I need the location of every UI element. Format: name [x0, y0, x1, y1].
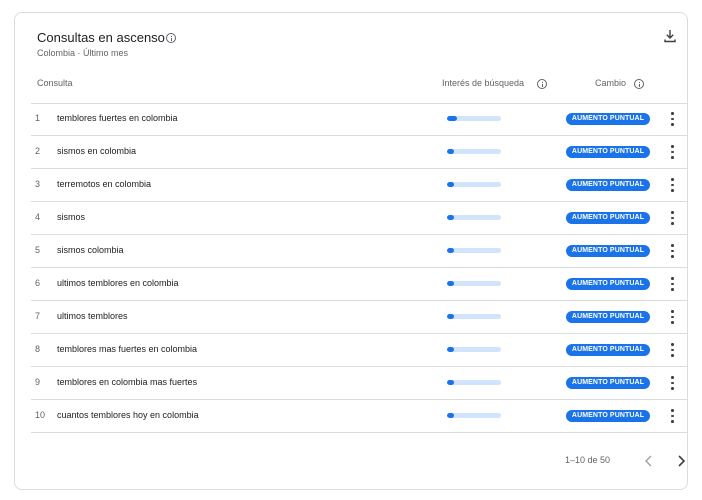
row-rank: 5 [35, 245, 41, 255]
row-query[interactable]: temblores mas fuertes en colombia [57, 344, 197, 354]
table-row[interactable]: 4 sismos AUMENTO PUNTUAL [31, 202, 687, 235]
info-icon[interactable] [537, 79, 547, 89]
more-options-icon[interactable] [667, 144, 677, 160]
info-icon[interactable] [634, 79, 644, 89]
column-header-interes: Interés de búsqueda [442, 78, 525, 88]
rising-queries-card: Consultas en ascenso Colombia · Último m… [14, 12, 688, 490]
change-badge: AUMENTO PUNTUAL [566, 212, 650, 224]
row-query[interactable]: sismos colombia [57, 245, 124, 255]
row-rank: 4 [35, 212, 41, 222]
row-rank: 1 [35, 113, 41, 123]
table-row[interactable]: 1 temblores fuertes en colombia AUMENTO PU… [31, 103, 687, 136]
row-query[interactable]: sismos [57, 212, 85, 222]
search-interest-bar [447, 314, 501, 319]
more-options-icon[interactable] [667, 309, 677, 325]
search-interest-bar [447, 281, 501, 286]
row-rank: 6 [35, 278, 41, 288]
row-rank: 8 [35, 344, 41, 354]
table-row[interactable]: 9 temblores en colombia mas fuertes AUMENT… [31, 367, 687, 400]
row-query[interactable]: temblores en colombia mas fuertes [57, 377, 197, 387]
search-interest-fill [447, 116, 457, 121]
search-interest-bar [447, 347, 501, 352]
download-icon[interactable] [663, 29, 677, 43]
change-badge: AUMENTO PUNTUAL [566, 377, 650, 389]
change-badge: AUMENTO PUNTUAL [566, 344, 650, 356]
pagination-label: 1–10 de 50 [565, 455, 611, 465]
search-interest-bar [447, 215, 501, 220]
search-interest-fill [447, 215, 455, 220]
change-badge: AUMENTO PUNTUAL [566, 245, 650, 257]
search-interest-fill [447, 281, 455, 286]
change-badge: AUMENTO PUNTUAL [566, 410, 650, 422]
more-options-icon[interactable] [667, 111, 677, 127]
search-interest-fill [447, 380, 455, 385]
change-badge: AUMENTO PUNTUAL [566, 113, 650, 125]
info-icon[interactable] [166, 33, 176, 43]
change-badge: AUMENTO PUNTUAL [566, 146, 650, 158]
table-row[interactable]: 3 terremotos en colombia AUMENTO PUNTUAL [31, 169, 687, 202]
column-header-consulta: Consulta [37, 78, 73, 88]
row-query[interactable]: sismos en colombia [57, 146, 136, 156]
table-row[interactable]: 8 temblores mas fuertes en colombia AUMENT… [31, 334, 687, 367]
search-interest-bar [447, 248, 501, 253]
table-row[interactable]: 6 ultimos temblores en colombia AUMENTO PU… [31, 268, 687, 301]
row-query[interactable]: temblores fuertes en colombia [57, 113, 178, 123]
row-rank: 7 [35, 311, 41, 321]
search-interest-fill [447, 182, 455, 187]
more-options-icon[interactable] [667, 375, 677, 391]
more-options-icon[interactable] [667, 276, 677, 292]
search-interest-bar [447, 149, 501, 154]
chevron-left-icon[interactable] [643, 454, 655, 468]
table-row[interactable]: 7 ultimos temblores AUMENTO PUNTUAL [31, 301, 687, 334]
more-options-icon[interactable] [667, 408, 677, 424]
more-options-icon[interactable] [667, 177, 677, 193]
search-interest-bar [447, 380, 501, 385]
card-subtitle: Colombia · Último mes [37, 48, 129, 58]
row-rank: 9 [35, 377, 41, 387]
search-interest-fill [447, 248, 455, 253]
change-badge: AUMENTO PUNTUAL [566, 311, 650, 323]
table-header: Consulta Interés de búsqueda Cambio [31, 75, 687, 104]
search-interest-fill [447, 413, 455, 418]
row-rank: 3 [35, 179, 41, 189]
search-interest-bar [447, 413, 501, 418]
search-interest-bar [447, 116, 501, 121]
table-row[interactable]: 5 sismos colombia AUMENTO PUNTUAL [31, 235, 687, 268]
table-row[interactable]: 10 cuantos temblores hoy en colombia AUMEN… [31, 400, 687, 433]
card-title: Consultas en ascenso [37, 30, 165, 45]
column-header-cambio: Cambio [595, 78, 627, 88]
row-rank: 2 [35, 146, 41, 156]
change-badge: AUMENTO PUNTUAL [566, 179, 650, 191]
search-interest-fill [447, 149, 455, 154]
queries-table-body: 1 temblores fuertes en colombia AUMENTO PU… [31, 103, 687, 433]
change-badge: AUMENTO PUNTUAL [566, 278, 650, 290]
more-options-icon[interactable] [667, 243, 677, 259]
row-query[interactable]: ultimos temblores [57, 311, 128, 321]
more-options-icon[interactable] [667, 342, 677, 358]
more-options-icon[interactable] [667, 210, 677, 226]
search-interest-bar [447, 182, 501, 187]
row-rank: 10 [35, 410, 46, 420]
search-interest-fill [447, 314, 455, 319]
row-query[interactable]: terremotos en colombia [57, 179, 151, 189]
row-query[interactable]: cuantos temblores hoy en colombia [57, 410, 199, 420]
chevron-right-icon[interactable] [675, 454, 687, 468]
table-row[interactable]: 2 sismos en colombia AUMENTO PUNTUAL [31, 136, 687, 169]
row-query[interactable]: ultimos temblores en colombia [57, 278, 179, 288]
search-interest-fill [447, 347, 455, 352]
